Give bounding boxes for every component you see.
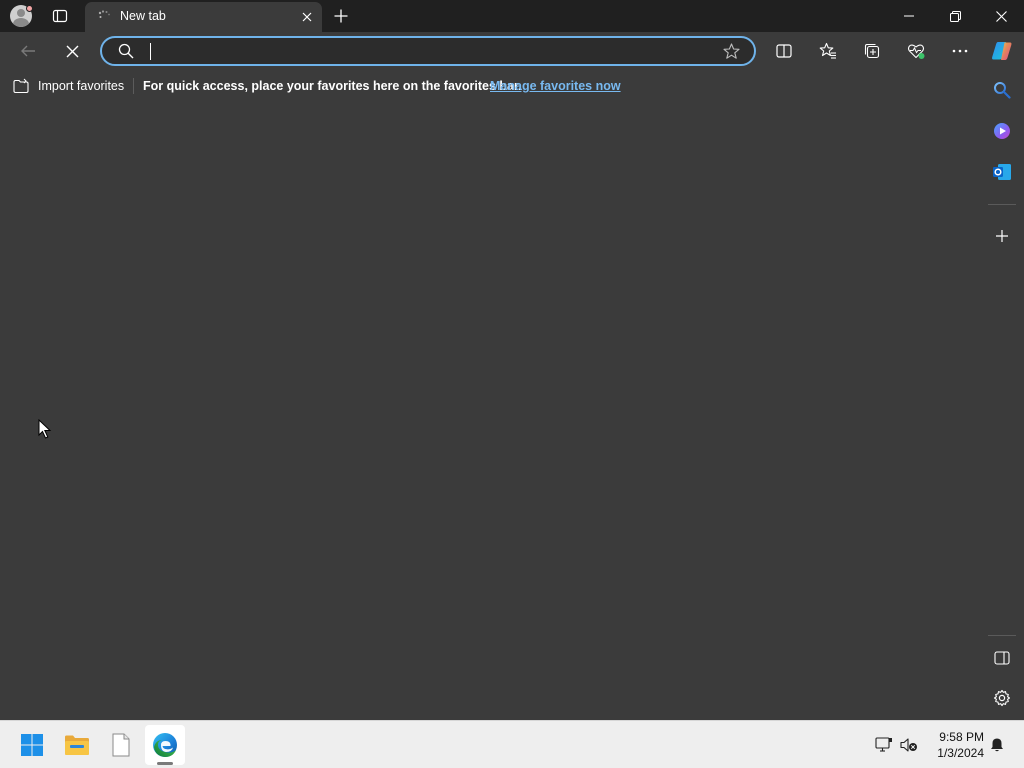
start-button[interactable] — [12, 725, 52, 765]
active-app-indicator — [157, 762, 173, 765]
clock-time: 9:58 PM — [939, 730, 984, 744]
taskbar-clock[interactable]: 9:58 PM 1/3/2024 — [924, 729, 984, 761]
clock-date: 1/3/2024 — [937, 746, 984, 760]
tab-new-tab[interactable]: New tab — [85, 2, 322, 32]
search-icon — [994, 82, 1011, 99]
volume-button[interactable] — [899, 735, 919, 755]
favorites-icon — [819, 42, 836, 59]
star-icon[interactable] — [723, 43, 740, 60]
restore-icon — [949, 10, 961, 22]
tab-actions-button[interactable] — [46, 4, 74, 28]
windows-logo-icon — [21, 734, 43, 756]
back-button[interactable] — [13, 36, 43, 66]
sidebar-settings-button[interactable] — [988, 684, 1016, 712]
mouse-cursor-icon — [38, 419, 52, 439]
copilot-icon — [992, 42, 1012, 60]
stop-loading-button[interactable] — [57, 36, 87, 66]
favorites-bar: Import favorites For quick access, place… — [0, 70, 980, 102]
sidebar-divider-bottom — [988, 635, 1016, 636]
outlook-icon — [993, 164, 1011, 180]
gear-icon — [993, 689, 1011, 707]
manage-favorites-link[interactable]: Manage favorites now — [490, 79, 621, 93]
minimize-icon — [904, 15, 914, 17]
tab-close-button[interactable] — [298, 8, 316, 26]
minimize-button[interactable] — [886, 0, 932, 32]
notepad-button[interactable] — [101, 725, 141, 765]
favorites-button[interactable] — [812, 36, 844, 66]
sidebar-divider — [988, 204, 1016, 205]
network-icon — [875, 737, 892, 752]
folder-icon — [65, 735, 89, 755]
sidebar-designer-button[interactable] — [988, 117, 1016, 145]
tab-title: New tab — [120, 9, 166, 23]
favorites-divider — [133, 78, 134, 94]
bell-icon — [991, 738, 1003, 752]
loading-spinner-icon — [98, 10, 110, 18]
close-icon — [995, 10, 1007, 22]
edge-taskbar-button[interactable] — [145, 725, 185, 765]
volume-muted-icon — [900, 738, 917, 752]
copilot-button[interactable] — [986, 36, 1018, 66]
import-favorites-label: Import favorites — [38, 79, 125, 93]
more-icon — [952, 49, 968, 53]
edge-sidebar — [980, 70, 1024, 718]
window-close-button[interactable] — [978, 0, 1024, 32]
collections-button[interactable] — [856, 36, 888, 66]
sidebar-toggle-icon — [994, 651, 1010, 665]
new-tab-button[interactable] — [327, 4, 355, 28]
favorites-bar-message: For quick access, place your favorites h… — [143, 79, 522, 93]
hide-sidebar-button[interactable] — [988, 644, 1016, 672]
network-button[interactable] — [874, 735, 894, 755]
title-bar: New tab — [0, 0, 1024, 32]
designer-icon — [994, 123, 1010, 139]
address-bar[interactable] — [100, 36, 756, 66]
sidebar-outlook-button[interactable] — [988, 158, 1016, 186]
arrow-left-icon — [21, 45, 35, 57]
profile-notification-dot — [26, 5, 33, 12]
browser-essentials-icon — [907, 44, 925, 59]
browser-essentials-button[interactable] — [900, 36, 932, 66]
file-explorer-button[interactable] — [57, 725, 97, 765]
taskbar: 9:58 PM 1/3/2024 — [0, 720, 1024, 768]
stop-icon — [66, 45, 78, 57]
sidebar-add-button[interactable] — [988, 222, 1016, 250]
tab-actions-icon — [52, 9, 68, 23]
split-screen-button[interactable] — [768, 36, 800, 66]
address-input[interactable] — [148, 42, 708, 62]
plus-icon — [334, 9, 348, 23]
search-icon — [118, 43, 134, 59]
split-screen-icon — [776, 44, 792, 58]
import-favorites-icon — [13, 78, 29, 94]
edge-icon — [153, 733, 177, 757]
page-content[interactable] — [0, 102, 980, 718]
sidebar-search-button[interactable] — [988, 76, 1016, 104]
close-icon — [302, 12, 312, 22]
avatar-head — [17, 9, 25, 17]
avatar-body — [13, 18, 29, 27]
document-icon — [112, 733, 130, 757]
more-button[interactable] — [944, 36, 976, 66]
notifications-button[interactable] — [987, 735, 1007, 755]
collections-icon — [864, 43, 880, 59]
plus-icon — [996, 230, 1008, 242]
restore-button[interactable] — [932, 0, 978, 32]
import-favorites-button[interactable]: Import favorites — [12, 76, 124, 96]
toolbar — [0, 32, 1024, 70]
